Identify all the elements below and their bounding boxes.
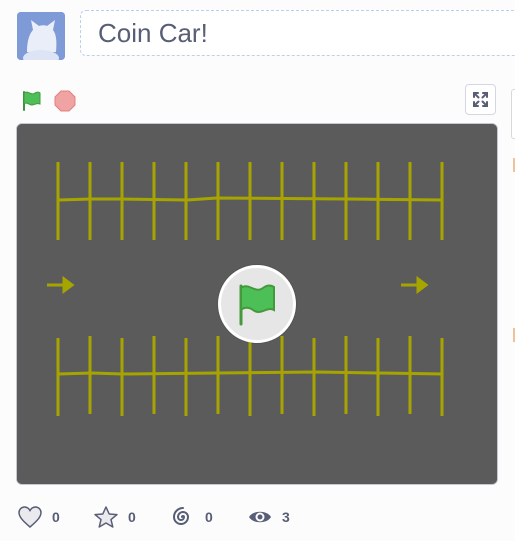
- remixes-count: 0: [205, 509, 213, 525]
- green-flag-icon: [23, 91, 41, 111]
- author-avatar[interactable]: [17, 12, 65, 60]
- cat-avatar-icon: [17, 12, 65, 60]
- side-panel-edge: [511, 89, 515, 139]
- stop-button[interactable]: [53, 89, 77, 113]
- favorites-stat[interactable]: 0: [93, 505, 143, 529]
- eye-icon: [249, 511, 271, 523]
- favorites-count: 0: [128, 509, 136, 525]
- remixes-stat[interactable]: 0: [171, 505, 221, 529]
- views-count: 3: [282, 509, 290, 525]
- loves-stat[interactable]: 0: [17, 505, 67, 529]
- green-flag-icon: [239, 284, 275, 326]
- remix-icon: [172, 507, 190, 525]
- stop-sign-icon: [54, 90, 76, 112]
- loves-count: 0: [52, 509, 60, 525]
- fullscreen-button[interactable]: [465, 84, 496, 115]
- views-stat: 3: [247, 505, 297, 529]
- fullscreen-icon: [473, 92, 488, 107]
- project-title[interactable]: Coin Car!: [98, 20, 208, 46]
- green-flag-button[interactable]: [20, 89, 44, 113]
- star-icon: [94, 506, 118, 528]
- project-title-field[interactable]: Coin Car!: [80, 10, 515, 56]
- heart-icon: [18, 506, 42, 528]
- start-overlay-button[interactable]: [218, 265, 296, 343]
- project-page: Coin Car! 0 0 0 3: [0, 0, 515, 541]
